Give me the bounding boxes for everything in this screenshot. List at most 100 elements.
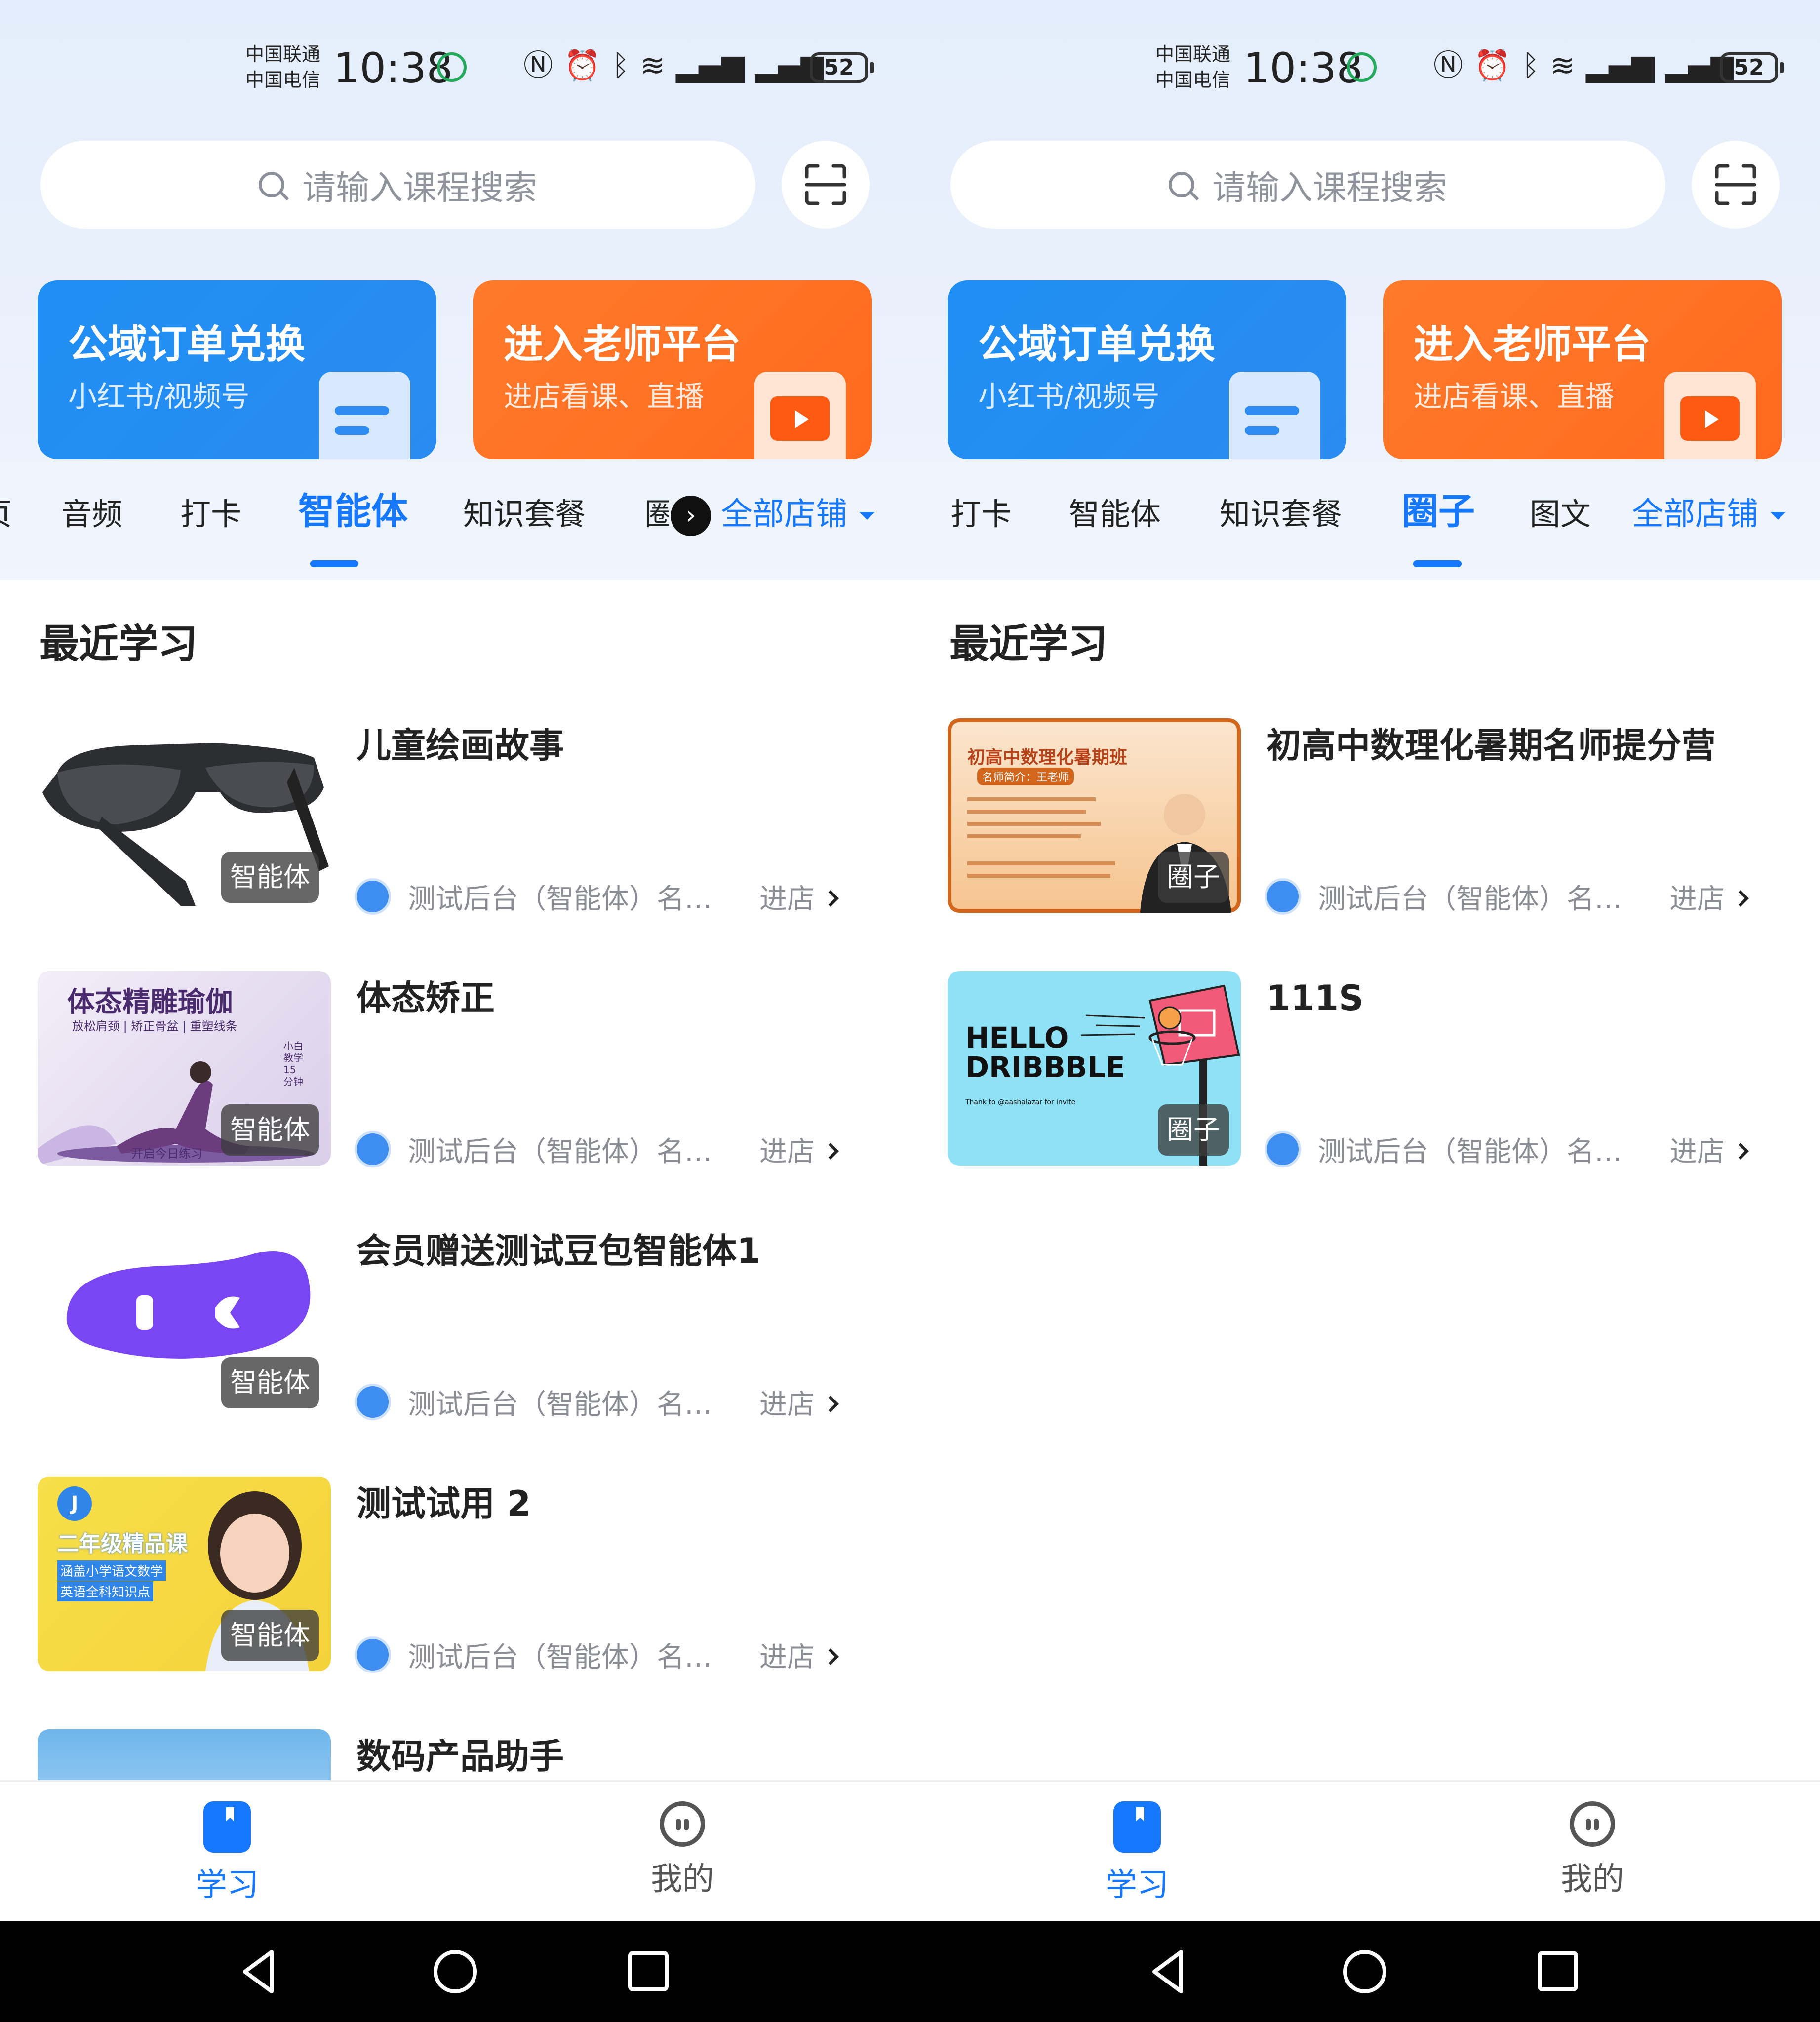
store-logo-icon	[1265, 878, 1301, 915]
system-navigation-bar	[0, 1921, 1820, 2022]
tab-agent[interactable]: 智能体	[298, 492, 408, 531]
teacher-platform-banner[interactable]: 进入老师平台 进店看课、直播	[473, 280, 872, 459]
public-order-exchange-banner[interactable]: 公域订单兑换 小红书/视频号	[38, 280, 436, 459]
document-icon	[1229, 372, 1320, 459]
home-icon[interactable]	[431, 1921, 480, 2022]
profile-face-icon	[1570, 1801, 1615, 1847]
nav-study[interactable]: 学习	[153, 1801, 301, 1905]
caret-down-icon	[1770, 512, 1786, 520]
store-name: 测试后台（智能体）名…	[1318, 1135, 1622, 1168]
search-input[interactable]: 请输入课程搜索	[950, 141, 1665, 229]
chevron-right-icon	[822, 890, 839, 907]
tab-checkin[interactable]: 打卡	[180, 495, 241, 534]
recents-icon[interactable]	[626, 1921, 671, 2022]
data-saver-icon	[1347, 52, 1377, 82]
category-tabs: 打卡 智能体 知识套餐 圈子 图文 全部店铺	[910, 474, 1820, 573]
nav-mine[interactable]: 我的	[608, 1801, 756, 1899]
bottom-navigation: 学习 我的	[910, 1780, 1820, 1921]
public-order-exchange-banner[interactable]: 公域订单兑换 小红书/视频号	[948, 280, 1346, 459]
store-logo-icon	[1265, 1131, 1301, 1167]
nfc-icon: Ⓝ	[1433, 48, 1463, 83]
battery-indicator: 52	[1720, 52, 1784, 83]
wifi-icon: ≋	[1550, 48, 1575, 83]
list-item[interactable]: 智能体 儿童绘画故事 测试后台（智能体）名… 进店	[38, 718, 857, 915]
type-badge: 智能体	[221, 1104, 319, 1156]
item-thumbnail: 智能体	[38, 718, 331, 913]
enter-store-link[interactable]: 进店	[759, 1635, 839, 1675]
search-input[interactable]: 请输入课程搜索	[40, 141, 755, 229]
enter-store-link[interactable]: 进店	[759, 1129, 839, 1169]
teacher-platform-banner[interactable]: 进入老师平台 进店看课、直播	[1383, 280, 1782, 459]
store-filter-dropdown[interactable]: 全部店铺	[721, 495, 875, 534]
enter-store-link[interactable]: 进店	[759, 877, 839, 917]
item-title: 体态矫正	[356, 978, 495, 1018]
type-badge: 圈子	[1158, 852, 1229, 903]
search-icon	[258, 172, 284, 197]
tab-checkin[interactable]: 打卡	[950, 495, 1012, 534]
list-item[interactable]: J 二年级精品课 涵盖小学语文数学 英语全科知识点 智能体 测试试用 2 测试后…	[38, 1477, 857, 1674]
item-thumbnail: HELLO DRIBBBLE Thank to @aashalazar for …	[948, 971, 1241, 1166]
enter-store-link[interactable]: 进店	[759, 1382, 839, 1422]
back-icon[interactable]	[237, 1921, 281, 2022]
nfc-icon: Ⓝ	[523, 48, 553, 83]
list-item[interactable]: 初高中数理化暑期班 名师简介：王老师 圈子 初高中数理化暑期名师提分营 测试后台…	[948, 718, 1767, 915]
banner-title: 公域订单兑换	[978, 321, 1215, 367]
thumb-sub-1: 涵盖小学语文数学	[57, 1560, 166, 1581]
bluetooth-icon: ᛒ	[1521, 48, 1540, 83]
item-thumbnail: 智能体	[38, 1224, 331, 1418]
battery-indicator: 52	[810, 52, 874, 83]
tab-image-text[interactable]: 图文	[1530, 495, 1591, 534]
list-item[interactable]: 智能体 会员赠送测试豆包智能体1 测试后台（智能体）名… 进店	[38, 1224, 857, 1421]
scan-icon	[805, 164, 846, 205]
nav-label: 我的	[651, 1861, 714, 1898]
list-item[interactable]: HELLO DRIBBBLE Thank to @aashalazar for …	[948, 971, 1767, 1169]
tab-audio[interactable]: 音频	[61, 495, 122, 534]
store-row: 测试后台（智能体）名… 进店	[355, 1635, 848, 1674]
thumb-subtitle: 名师简介：王老师	[977, 768, 1074, 785]
tab-agent[interactable]: 智能体	[1069, 495, 1161, 534]
type-badge: 智能体	[221, 1357, 319, 1408]
item-thumbnail: 体态精雕瑜伽 放松肩颈 | 矫正骨盆 | 重塑线条 小白教学 15分钟 开启今日…	[38, 971, 331, 1166]
scan-icon	[1715, 164, 1756, 205]
item-thumbnail: J 二年级精品课 涵盖小学语文数学 英语全科知识点 智能体	[38, 1477, 331, 1671]
recents-icon[interactable]	[1536, 1921, 1580, 2022]
scan-button[interactable]	[782, 141, 870, 229]
status-time: 10:38	[1243, 44, 1363, 92]
thumb-title: 初高中数理化暑期班	[967, 747, 1128, 768]
tab-circle[interactable]: 圈子	[1402, 492, 1475, 531]
system-icons: Ⓝ ⏰ ᛒ ≋ ▂▄▆ ▂▄▆	[523, 48, 824, 83]
banner-subtitle: 进店看课、直播	[1414, 380, 1615, 413]
store-name: 测试后台（智能体）名…	[1318, 883, 1622, 915]
tab-knowledge-package[interactable]: 知识套餐	[463, 495, 586, 534]
tab-knowledge-package[interactable]: 知识套餐	[1220, 495, 1342, 534]
active-tab-indicator	[310, 560, 358, 567]
section-title: 最近学习	[950, 621, 1108, 667]
banner-subtitle: 小红书/视频号	[68, 380, 250, 413]
thumb-line-1: HELLO	[965, 1021, 1069, 1054]
item-title: 测试试用 2	[356, 1483, 531, 1524]
store-row: 测试后台（智能体）名… 进店	[355, 1383, 848, 1421]
list-item[interactable]: 体态精雕瑜伽 放松肩颈 | 矫正骨盆 | 重塑线条 小白教学 15分钟 开启今日…	[38, 971, 857, 1169]
store-filter-label: 全部店铺	[1632, 496, 1758, 533]
scan-button[interactable]	[1692, 141, 1780, 229]
thumb-sub-2: 英语全科知识点	[57, 1581, 154, 1601]
enter-store-link[interactable]: 进店	[1669, 877, 1749, 917]
tab-partial[interactable]: 页	[0, 495, 12, 534]
chevron-right-icon[interactable]: ›	[671, 496, 711, 536]
carrier-labels: 中国联通 中国电信	[1155, 41, 1230, 93]
section-title: 最近学习	[40, 621, 198, 667]
nav-label: 学习	[196, 1867, 259, 1904]
system-icons: Ⓝ ⏰ ᛒ ≋ ▂▄▆ ▂▄▆	[1433, 48, 1734, 83]
home-icon[interactable]	[1340, 1921, 1389, 2022]
study-book-icon	[1113, 1801, 1161, 1853]
caret-down-icon	[859, 512, 875, 520]
tab-circle[interactable]: 圈子	[644, 495, 669, 534]
search-placeholder: 请输入课程搜索	[302, 168, 537, 208]
chevron-right-icon	[822, 1396, 839, 1413]
back-icon[interactable]	[1147, 1921, 1191, 2022]
enter-store-link[interactable]: 进店	[1669, 1129, 1749, 1169]
store-filter-dropdown[interactable]: 全部店铺	[1632, 495, 1786, 534]
nav-mine[interactable]: 我的	[1518, 1801, 1666, 1899]
nav-study[interactable]: 学习	[1063, 1801, 1211, 1905]
store-logo-icon	[355, 1384, 391, 1420]
